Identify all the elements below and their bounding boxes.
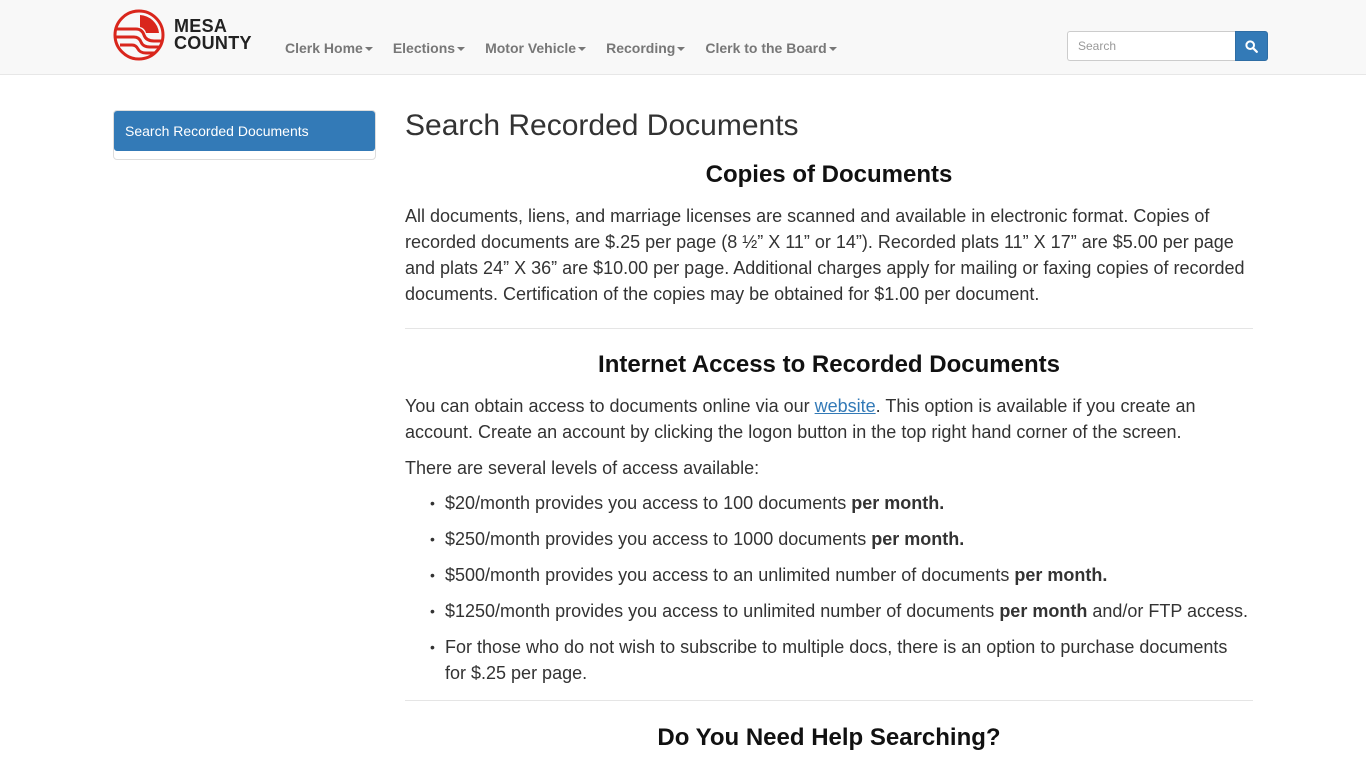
nav-elections[interactable]: Elections xyxy=(392,40,466,56)
list-item: For those who do not wish to subscribe t… xyxy=(430,634,1253,686)
nav-label: Motor Vehicle xyxy=(485,40,577,56)
list-item: $20/month provides you access to 100 doc… xyxy=(430,490,1253,516)
page-title: Search Recorded Documents xyxy=(405,109,799,142)
access-levels-list: $20/month provides you access to 100 doc… xyxy=(430,490,1253,686)
search-button[interactable] xyxy=(1235,31,1268,61)
sidebar-panel: Search Recorded Documents xyxy=(113,110,376,160)
brand-logo-link[interactable]: MESA COUNTY xyxy=(112,9,252,61)
sidebar-item-search-recorded-documents[interactable]: Search Recorded Documents xyxy=(114,111,375,151)
caret-down-icon xyxy=(364,46,373,51)
copies-text: All documents, liens, and marriage licen… xyxy=(405,206,1245,304)
top-navbar: MESA COUNTY Clerk Home Elections Motor V… xyxy=(0,0,1366,75)
nav-clerk-home[interactable]: Clerk Home xyxy=(285,40,373,56)
search-icon xyxy=(1245,39,1258,53)
section-divider xyxy=(405,328,1253,329)
copies-heading: Copies of Documents xyxy=(705,161,953,188)
nav-label: Elections xyxy=(392,40,456,56)
nav-motor-vehicle[interactable]: Motor Vehicle xyxy=(485,40,587,56)
internet-access-heading: Internet Access to Recorded Documents xyxy=(598,351,1060,378)
caret-down-icon xyxy=(457,46,466,51)
nav-label: Recording xyxy=(606,40,676,56)
levels-intro: There are several levels of access avail… xyxy=(405,458,760,478)
nav-recording[interactable]: Recording xyxy=(606,40,686,56)
level-bold: per month xyxy=(999,601,1088,621)
level-text: For those who do not wish to subscribe t… xyxy=(445,637,1228,683)
website-link[interactable]: website xyxy=(815,396,876,416)
nav-label: Clerk Home xyxy=(285,40,363,56)
caret-down-icon xyxy=(828,46,837,51)
level-text: $500/month provides you access to an unl… xyxy=(445,565,1015,585)
nav-clerk-to-the-board[interactable]: Clerk to the Board xyxy=(705,40,837,56)
brand-line-2: COUNTY xyxy=(174,33,252,53)
level-text: $250/month provides you access to 1000 d… xyxy=(445,529,872,549)
search-input[interactable] xyxy=(1067,31,1235,61)
caret-down-icon xyxy=(677,46,686,51)
help-heading: Do You Need Help Searching? xyxy=(657,724,1001,751)
list-item: $250/month provides you access to 1000 d… xyxy=(430,526,1253,552)
main-content: Search Recorded Documents Copies of Docu… xyxy=(405,106,1253,753)
internet-access-intro: You can obtain access to documents onlin… xyxy=(405,393,1253,445)
level-bold: per month. xyxy=(851,493,945,513)
list-item: $500/month provides you access to an unl… xyxy=(430,562,1253,588)
list-item: $1250/month provides you access to unlim… xyxy=(430,598,1253,624)
brand-name: MESA COUNTY xyxy=(174,17,252,53)
nav-label: Clerk to the Board xyxy=(705,40,827,56)
search-form xyxy=(1067,31,1268,61)
level-text: $20/month provides you access to 100 doc… xyxy=(445,493,852,513)
level-bold: per month. xyxy=(871,529,965,549)
caret-down-icon xyxy=(578,46,587,51)
intro-text-before: You can obtain access to documents onlin… xyxy=(405,396,815,416)
level-text: $1250/month provides you access to unlim… xyxy=(445,601,1000,621)
level-bold: per month. xyxy=(1014,565,1108,585)
level-tail: and/or FTP access. xyxy=(1087,601,1249,621)
mesa-county-logo-icon xyxy=(113,9,165,61)
section-divider xyxy=(405,700,1253,701)
main-nav: Clerk Home Elections Motor Vehicle Recor… xyxy=(285,40,857,56)
